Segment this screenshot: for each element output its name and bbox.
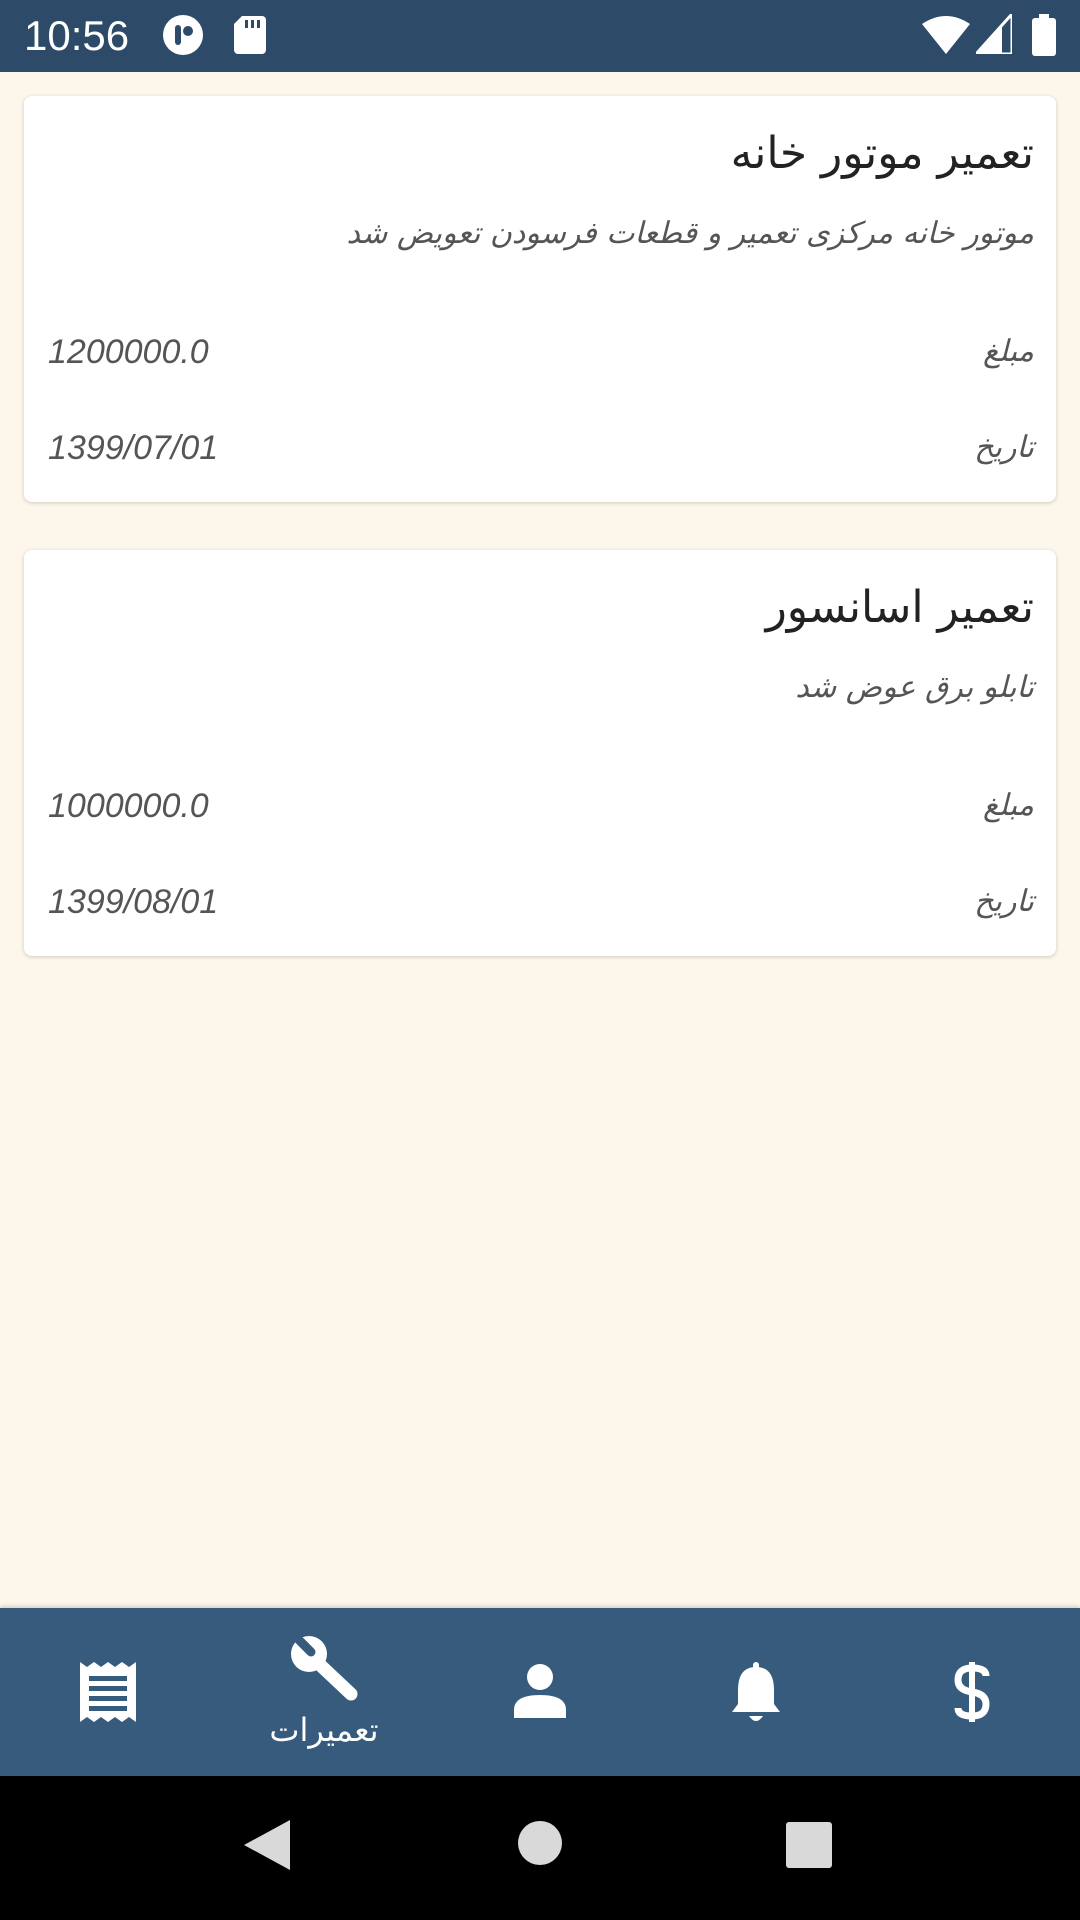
bottom-navigation: تعمیرات <box>0 1608 1080 1776</box>
wifi-icon <box>922 16 970 58</box>
repair-description: موتور خانه مرکزی تعمیر و قطعات فرسودن تع… <box>346 216 1034 251</box>
repair-card[interactable]: تعمیر موتور خانه موتور خانه مرکزی تعمیر … <box>24 96 1056 502</box>
sd-card-icon <box>234 16 266 58</box>
amount-value: 1000000.0 <box>48 787 209 825</box>
repair-description: تابلو برق عوض شد <box>795 670 1034 705</box>
amount-value: 1200000.0 <box>48 333 209 371</box>
nav-label-repairs: تعمیرات <box>269 1711 379 1749</box>
amount-label: مبلغ <box>982 334 1034 369</box>
nav-item-profile[interactable] <box>432 1608 648 1776</box>
repair-title: تعمیر اسانسور <box>765 582 1034 633</box>
amount-label: مبلغ <box>982 788 1034 823</box>
date-value: 1399/08/01 <box>48 883 219 921</box>
date-label: تاریخ <box>974 430 1034 465</box>
status-bar: 10:56 <box>0 0 1080 72</box>
recents-icon[interactable] <box>786 1822 832 1872</box>
status-time: 10:56 <box>24 12 130 59</box>
repair-title: تعمیر موتور خانه <box>730 128 1034 179</box>
nav-item-receipts[interactable] <box>0 1608 216 1776</box>
nav-item-payments[interactable] <box>864 1608 1080 1776</box>
signal-icon <box>972 10 1014 58</box>
date-label: تاریخ <box>974 884 1034 919</box>
nav-item-notifications[interactable] <box>648 1608 864 1776</box>
repair-card[interactable]: تعمیر اسانسور تابلو برق عوض شد مبلغ 1000… <box>24 550 1056 956</box>
back-icon[interactable] <box>244 1820 290 1874</box>
nav-item-repairs[interactable]: تعمیرات <box>216 1608 432 1776</box>
battery-icon <box>1032 14 1056 60</box>
home-icon[interactable] <box>517 1820 563 1870</box>
repairs-list: تعمیر موتور خانه موتور خانه مرکزی تعمیر … <box>0 72 1080 1608</box>
notification-app-icon <box>162 14 204 60</box>
system-navigation-bar <box>0 1776 1080 1920</box>
date-value: 1399/07/01 <box>48 429 219 467</box>
